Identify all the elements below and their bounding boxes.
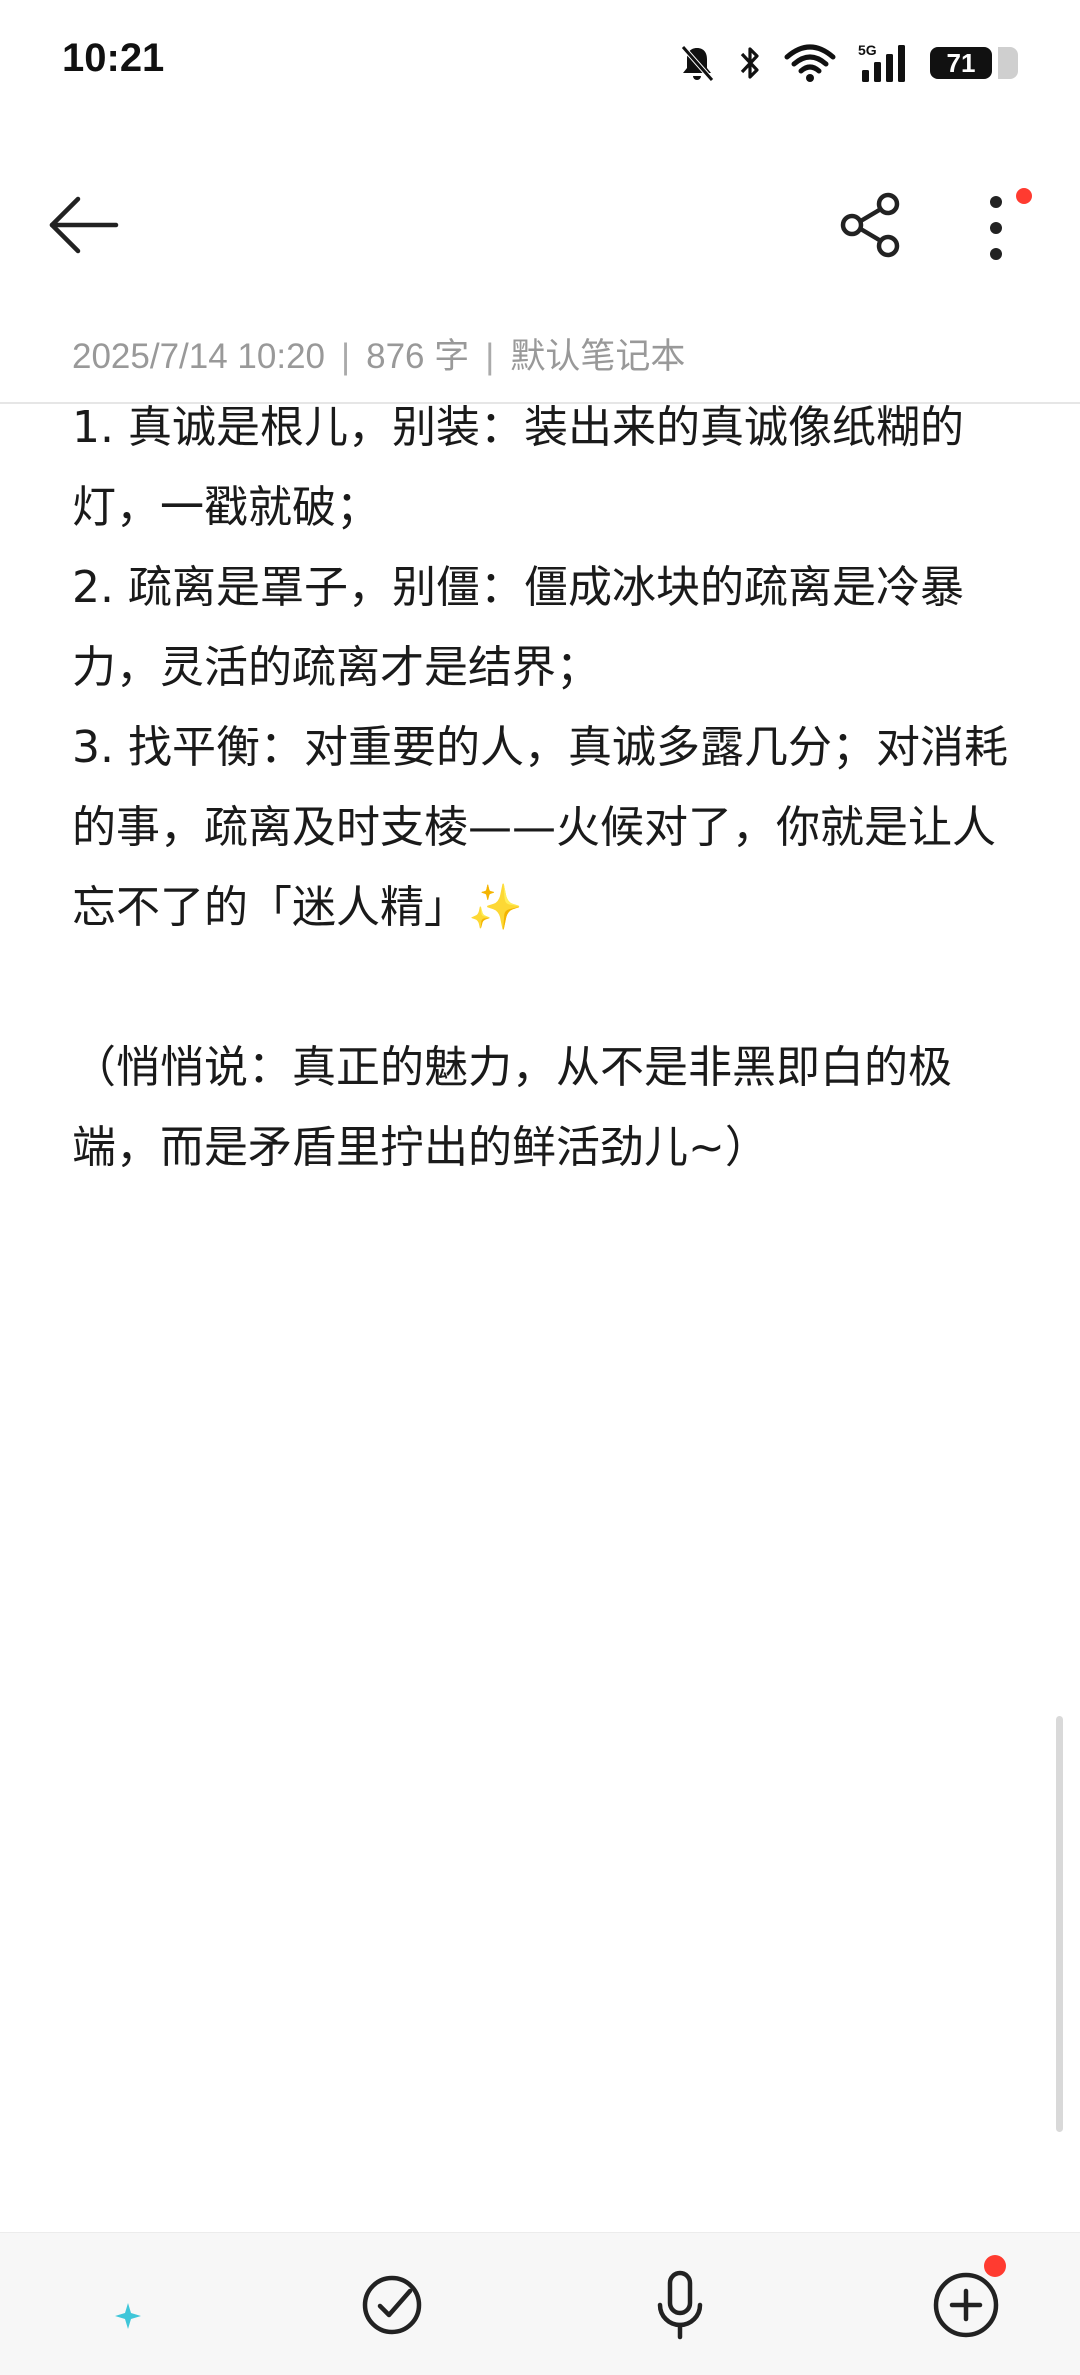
meta-separator: | — [485, 337, 495, 376]
bottom-toolbar — [0, 2232, 1080, 2375]
more-options-button[interactable] — [960, 188, 1032, 262]
note-date: 2025/7/14 10:20 — [72, 337, 326, 376]
wifi-icon — [784, 43, 836, 83]
note-body[interactable]: 1. 真诚是根儿，别装：装出来的真诚像纸糊的灯，一戳就破； 2. 疏离是罩子，别… — [72, 404, 1012, 1188]
battery-level: 71 — [946, 47, 976, 78]
status-bar: 10:21 5G 71 — [0, 0, 1080, 120]
note-meta: 2025/7/14 10:20 | 876 字 | 默认笔记本 — [72, 328, 685, 379]
status-icons: 5G 71 — [678, 38, 1018, 88]
share-icon — [840, 192, 900, 258]
back-arrow-icon — [49, 196, 119, 254]
ai-format-button[interactable] — [64, 2261, 152, 2349]
note-paragraph: 3. 找平衡：对重要的人，真诚多露几分；对消耗的事，疏离及时支棱——火候对了，你… — [72, 722, 1008, 933]
bluetooth-icon — [738, 43, 762, 83]
meta-separator: | — [341, 337, 351, 376]
note-paragraph: （悄悄说：真正的魅力，从不是非黑即白的极端，而是矛盾里拧出的鲜活劲儿~） — [72, 1042, 952, 1173]
note-toolbar — [0, 160, 1080, 290]
ai-format-icon — [77, 2282, 141, 2330]
note-view-screen: 10:21 5G 71 2025/7/14 10:20 | 876 字 | 默认… — [0, 0, 1080, 2375]
note-paragraph: 1. 真诚是根儿，别装：装出来的真诚像纸糊的灯，一戳就破； — [72, 404, 964, 533]
voice-input-button[interactable] — [636, 2261, 724, 2349]
cellular-5g-icon: 5G — [858, 42, 908, 84]
back-button[interactable] — [40, 188, 130, 262]
microphone-icon — [657, 2270, 703, 2340]
add-notification-dot — [984, 2255, 1006, 2277]
notebook-name[interactable]: 默认笔记本 — [510, 337, 685, 376]
battery-icon: 71 — [930, 47, 1018, 79]
checklist-button[interactable] — [348, 2261, 436, 2349]
note-body-viewport[interactable]: 1. 真诚是根儿，别装：装出来的真诚像纸糊的灯，一戳就破； 2. 疏离是罩子，别… — [0, 404, 1080, 2232]
note-paragraph: 2. 疏离是罩子，别僵：僵成冰块的疏离是冷暴力，灵活的疏离才是结界； — [72, 562, 964, 693]
mute-bell-icon — [678, 43, 716, 83]
word-count: 876 字 — [366, 337, 470, 376]
network-label: 5G — [858, 42, 877, 58]
add-button[interactable] — [922, 2255, 1010, 2349]
note-blank-line — [72, 948, 1012, 1028]
more-notification-dot — [1016, 188, 1032, 204]
status-time: 10:21 — [62, 36, 165, 80]
share-button[interactable] — [826, 188, 916, 262]
checklist-icon — [362, 2275, 422, 2335]
scrollbar[interactable] — [1056, 1716, 1063, 2132]
sparkles-emoji: ✨ — [468, 882, 523, 933]
